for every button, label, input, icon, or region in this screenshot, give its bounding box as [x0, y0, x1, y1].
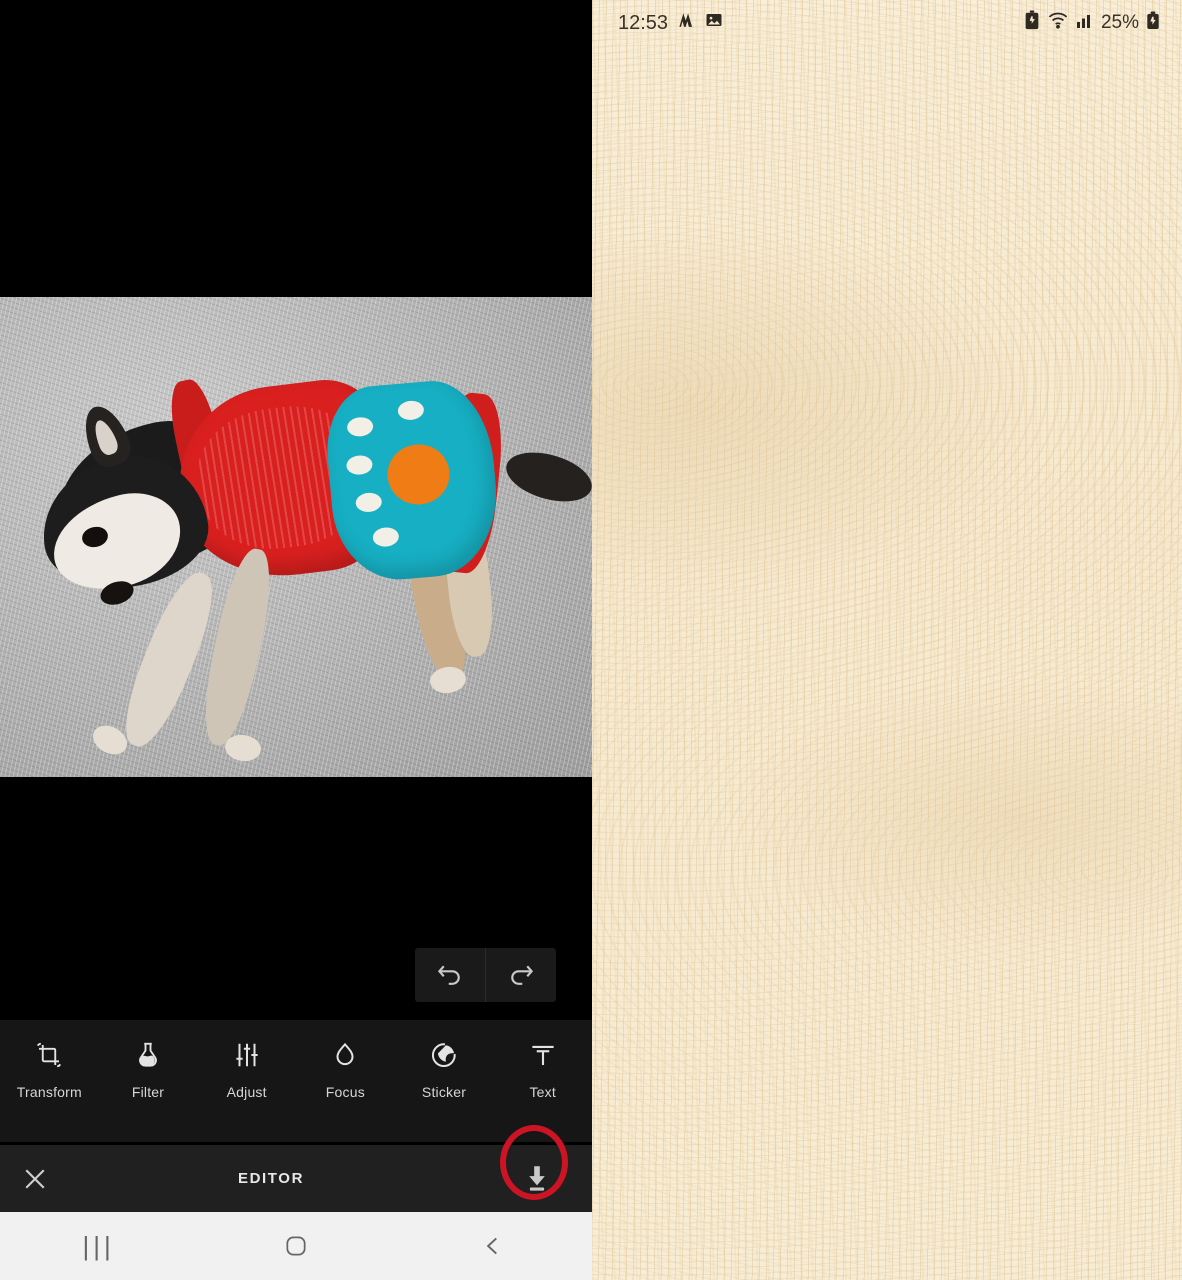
text-icon	[526, 1038, 560, 1072]
editor-toolbar: Transform Filter Adjust Focus Sticker Te…	[0, 1020, 592, 1142]
tool-label: Filter	[131, 1084, 165, 1100]
photo-editor-pane: Transform Filter Adjust Focus Sticker Te…	[0, 0, 592, 1280]
tool-label: Text	[529, 1084, 556, 1100]
editor-photo[interactable]	[0, 297, 592, 777]
filter-flask-icon	[131, 1038, 165, 1072]
editor-title: EDITOR	[238, 1170, 304, 1187]
tool-filter[interactable]: Filter	[99, 1038, 198, 1100]
status-bar-left: 12:53	[618, 11, 723, 36]
battery-saver-icon	[1024, 10, 1040, 36]
tool-label: Focus	[325, 1084, 365, 1100]
battery-low-icon	[1146, 10, 1160, 36]
red-circle-annotation	[500, 1124, 568, 1200]
status-bar-right: 25%	[1024, 10, 1160, 36]
droplet-icon	[328, 1038, 362, 1072]
tool-label: Sticker	[421, 1084, 467, 1100]
tool-adjust[interactable]: Adjust	[197, 1038, 296, 1100]
undo-redo-group	[415, 948, 556, 1002]
tool-transform[interactable]: Transform	[0, 1038, 99, 1100]
crop-transform-icon	[32, 1038, 66, 1072]
dog-photo-illustration	[0, 297, 592, 777]
battery-percent: 25%	[1100, 12, 1139, 33]
nft-app-pane: 12:53 25%	[592, 0, 1182, 1280]
tool-label: Transform	[16, 1084, 82, 1100]
redo-button[interactable]	[485, 948, 556, 1002]
back-button[interactable]	[395, 1233, 592, 1259]
signal-bars-icon	[1076, 11, 1094, 35]
tool-label: Adjust	[226, 1084, 267, 1100]
tool-text[interactable]: Text	[493, 1038, 592, 1100]
close-icon[interactable]	[0, 1164, 70, 1194]
save-button[interactable]	[482, 1124, 592, 1200]
wifi-icon	[1047, 11, 1069, 35]
status-bar: 12:53 25%	[592, 0, 1182, 46]
recents-button[interactable]: |||	[0, 1231, 197, 1262]
home-button[interactable]	[197, 1233, 394, 1259]
status-time: 12:53	[618, 11, 669, 34]
tool-sticker[interactable]: Sticker	[395, 1038, 494, 1100]
sticker-icon	[427, 1038, 461, 1072]
editor-footer: EDITOR	[0, 1124, 592, 1212]
android-nav-bar-left: |||	[0, 1212, 592, 1280]
sliders-icon	[230, 1038, 264, 1072]
tool-focus[interactable]: Focus	[296, 1038, 395, 1100]
undo-button[interactable]	[415, 948, 485, 1002]
wood-texture-background	[592, 0, 1182, 1280]
screenshot-root: Transform Filter Adjust Focus Sticker Te…	[0, 0, 1182, 1280]
app-logo-icon	[677, 11, 696, 36]
gallery-icon	[705, 11, 723, 35]
